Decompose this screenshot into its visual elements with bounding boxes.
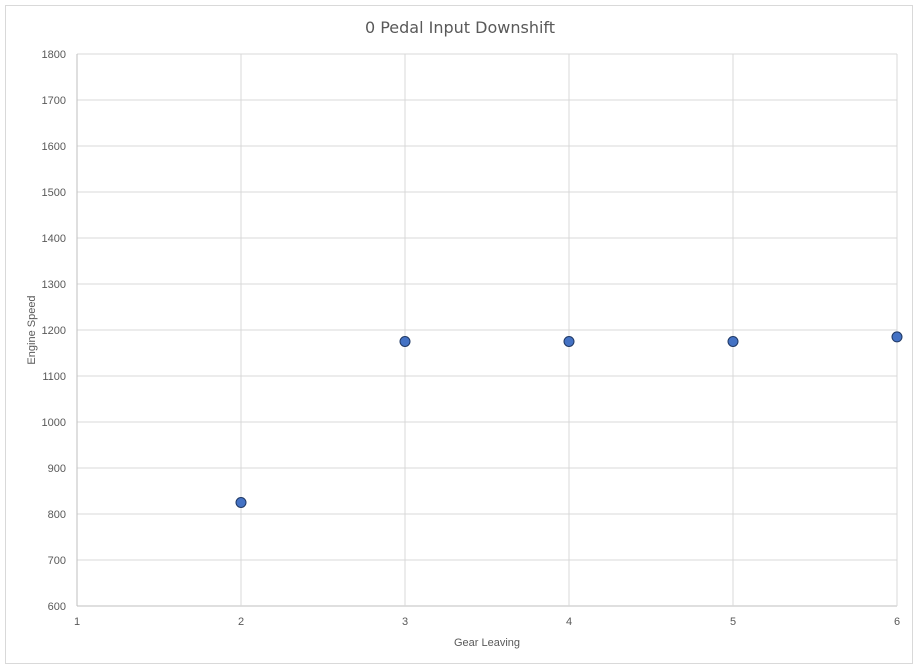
y-tick-label: 900 (48, 463, 66, 475)
y-tick-label: 1500 (42, 187, 66, 199)
data-point (563, 336, 575, 347)
y-axis-ticks: 600 700 800 900 1000 1100 1200 1300 1400 1500 1600… (42, 49, 66, 613)
y-tick-label: 1100 (42, 371, 66, 383)
y-tick-label: 1000 (42, 417, 66, 429)
y-tick-label: 1700 (42, 95, 66, 107)
x-tick-label: 2 (238, 616, 244, 628)
chart-title: 0 Pedal Input Downshift (365, 18, 555, 37)
y-tick-label: 700 (48, 555, 66, 567)
data-point (235, 497, 247, 508)
y-tick-label: 600 (48, 601, 66, 613)
y-tick-label: 1300 (42, 279, 66, 291)
x-tick-label: 6 (894, 616, 900, 628)
data-point (891, 331, 903, 343)
x-tick-label: 3 (402, 616, 408, 628)
y-tick-label: 1800 (42, 49, 66, 61)
x-tick-label: 1 (74, 616, 80, 628)
x-axis-ticks: 1 2 3 4 5 6 (74, 616, 900, 628)
x-axis-label: Gear Leaving (454, 637, 520, 649)
grid-lines (76, 53, 898, 607)
x-tick-label: 5 (730, 616, 736, 628)
y-tick-label: 1200 (42, 325, 66, 337)
data-point (727, 336, 739, 347)
y-tick-label: 1400 (42, 233, 66, 245)
scatter-chart: 0 Pedal Input Downshift 600 700 800 900 1000… (26, 18, 903, 649)
x-tick-label: 4 (566, 616, 572, 628)
y-tick-label: 1600 (42, 141, 66, 153)
data-point (399, 336, 411, 347)
y-tick-label: 800 (48, 509, 66, 521)
y-axis-label: Engine Speed (26, 295, 38, 364)
